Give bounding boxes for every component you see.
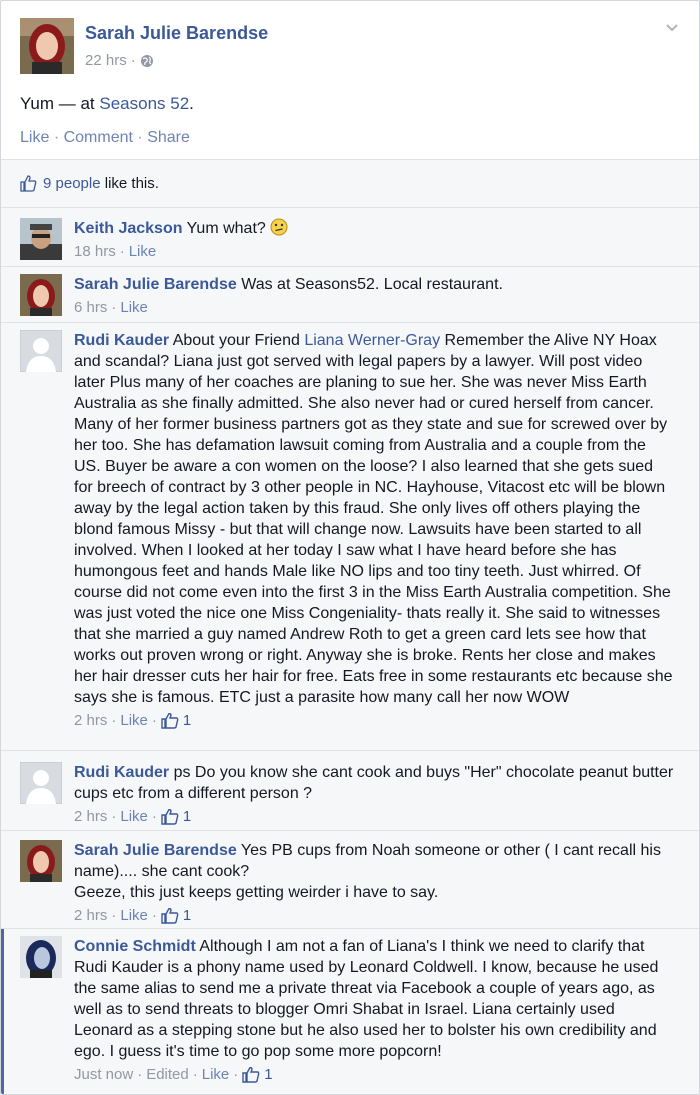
comment-like-button[interactable]: Like bbox=[120, 710, 148, 731]
meta-separator: · bbox=[111, 299, 117, 316]
default-avatar[interactable] bbox=[20, 330, 62, 372]
comment-timestamp[interactable]: 2 hrs bbox=[74, 806, 107, 827]
meta-separator: · bbox=[130, 52, 136, 69]
comment-timestamp[interactable]: 2 hrs bbox=[74, 905, 107, 926]
comment-like-button[interactable]: Like bbox=[120, 806, 148, 827]
meta-separator: · bbox=[192, 1066, 198, 1083]
keith-avatar[interactable] bbox=[20, 218, 62, 260]
comment-text: About your Friend bbox=[169, 332, 305, 349]
sarah-avatar[interactable] bbox=[20, 274, 62, 316]
thumbs-up-icon bbox=[161, 907, 179, 924]
thumbs-up-icon bbox=[161, 712, 179, 729]
comment-like-button[interactable]: Like bbox=[120, 297, 148, 318]
comment-text: Was at Seasons52. Local restaurant. bbox=[236, 276, 503, 293]
comment-meta: 2 hrs · Like · 1 bbox=[74, 806, 674, 827]
action-separator: · bbox=[53, 129, 60, 146]
meta-separator: · bbox=[233, 1066, 239, 1083]
post-text-suffix: . bbox=[189, 94, 194, 113]
comment-button[interactable]: Comment bbox=[64, 129, 133, 146]
meta-separator: · bbox=[151, 907, 157, 924]
comment-author[interactable]: Rudi Kauder bbox=[74, 764, 169, 781]
comment-body: Keith Jackson Yum what? 18 hrs · Like bbox=[74, 218, 674, 262]
comment-text: Yum what? bbox=[182, 220, 271, 237]
chevron-down-icon[interactable] bbox=[665, 21, 679, 35]
divider bbox=[1, 928, 699, 929]
comment-meta: 18 hrs · Like bbox=[74, 241, 674, 262]
comment-meta: 6 hrs · Like bbox=[74, 297, 674, 318]
comment-like-button[interactable]: Like bbox=[129, 241, 157, 262]
comment-text: Although I am not a fan of Liana's I thi… bbox=[74, 938, 659, 1060]
thumbs-up-icon bbox=[20, 175, 37, 192]
share-button[interactable]: Share bbox=[147, 129, 190, 146]
divider bbox=[1, 322, 699, 323]
post-body: Yum — at Seasons 52. bbox=[20, 94, 194, 114]
comment-author[interactable]: Connie Schmidt bbox=[74, 938, 196, 955]
mention-link[interactable]: Liana Werner-Gray bbox=[304, 332, 440, 349]
post-actions: Like · Comment · Share bbox=[20, 129, 190, 147]
meta-separator: · bbox=[111, 712, 117, 729]
comment-like-button[interactable]: Like bbox=[120, 905, 148, 926]
likes-suffix: like this. bbox=[100, 175, 159, 192]
edited-link[interactable]: Edited bbox=[146, 1064, 189, 1085]
comment-body: Rudi Kauder About your Friend Liana Wern… bbox=[74, 330, 674, 731]
divider bbox=[1, 266, 699, 267]
meta-separator: · bbox=[151, 712, 157, 729]
comments-section: 9 people like this. Keith Jackson Yum wh… bbox=[1, 159, 699, 1094]
comment-like-count[interactable]: 1 bbox=[183, 905, 191, 926]
comment-body: Connie Schmidt Although I am not a fan o… bbox=[74, 936, 674, 1085]
likes-summary: 9 people like this. bbox=[20, 175, 159, 192]
thumbs-up-icon bbox=[242, 1066, 260, 1083]
comment-meta: Just now · Edited · Like · 1 bbox=[74, 1064, 674, 1085]
comment-timestamp[interactable]: Just now bbox=[74, 1064, 133, 1085]
meta-separator: · bbox=[111, 907, 117, 924]
sarah-avatar[interactable] bbox=[20, 840, 62, 882]
default-avatar[interactable] bbox=[20, 762, 62, 804]
comment-author[interactable]: Sarah Julie Barendse bbox=[74, 276, 237, 293]
author-avatar[interactable] bbox=[20, 18, 74, 74]
post-timestamp[interactable]: 22 hrs bbox=[85, 52, 127, 69]
divider bbox=[1, 750, 699, 751]
comment-timestamp[interactable]: 6 hrs bbox=[74, 297, 107, 318]
new-comment-marker bbox=[1, 929, 4, 1094]
action-separator: · bbox=[137, 129, 143, 146]
meta-separator: · bbox=[119, 243, 125, 260]
comment-meta: 2 hrs · Like · 1 bbox=[74, 710, 674, 731]
comment-like-count[interactable]: 1 bbox=[264, 1064, 272, 1085]
post-meta: 22 hrs · bbox=[85, 52, 154, 69]
comment-meta: 2 hrs · Like · 1 bbox=[74, 905, 674, 926]
thumbs-up-icon bbox=[161, 808, 179, 825]
meta-separator: · bbox=[137, 1066, 143, 1083]
comment-like-button[interactable]: Like bbox=[202, 1064, 230, 1085]
globe-icon[interactable] bbox=[140, 54, 154, 68]
post-text-prefix: Yum — at bbox=[20, 94, 100, 113]
comment-body: Sarah Julie Barendse Yes PB cups from No… bbox=[74, 840, 674, 926]
comment-author[interactable]: Rudi Kauder bbox=[74, 332, 169, 349]
comment-text-line2: Geeze, this just keeps getting weirder i… bbox=[74, 884, 439, 901]
comment-timestamp[interactable]: 18 hrs bbox=[74, 241, 116, 262]
divider bbox=[1, 830, 699, 831]
confused-emoticon-icon bbox=[270, 218, 288, 236]
likers-link[interactable]: 9 people bbox=[43, 175, 101, 192]
comment-body: Sarah Julie Barendse Was at Seasons52. L… bbox=[74, 274, 674, 318]
divider bbox=[1, 207, 699, 208]
location-link[interactable]: Seasons 52 bbox=[99, 94, 189, 113]
comment-text: Remember the Alive NY Hoax and scandal? … bbox=[74, 332, 673, 706]
comment-author[interactable]: Keith Jackson bbox=[74, 220, 182, 237]
comment-author[interactable]: Sarah Julie Barendse bbox=[74, 842, 237, 859]
post-author-name[interactable]: Sarah Julie Barendse bbox=[85, 23, 268, 44]
comment-body: Rudi Kauder ps Do you know she cant cook… bbox=[74, 762, 674, 827]
like-button[interactable]: Like bbox=[20, 129, 49, 146]
connie-avatar[interactable] bbox=[20, 936, 62, 978]
comment-like-count[interactable]: 1 bbox=[183, 806, 191, 827]
comment-timestamp[interactable]: 2 hrs bbox=[74, 710, 107, 731]
feed-post: Sarah Julie Barendse 22 hrs · Yum — at S… bbox=[0, 0, 700, 1095]
comment-like-count[interactable]: 1 bbox=[183, 710, 191, 731]
meta-separator: · bbox=[151, 808, 157, 825]
meta-separator: · bbox=[111, 808, 117, 825]
